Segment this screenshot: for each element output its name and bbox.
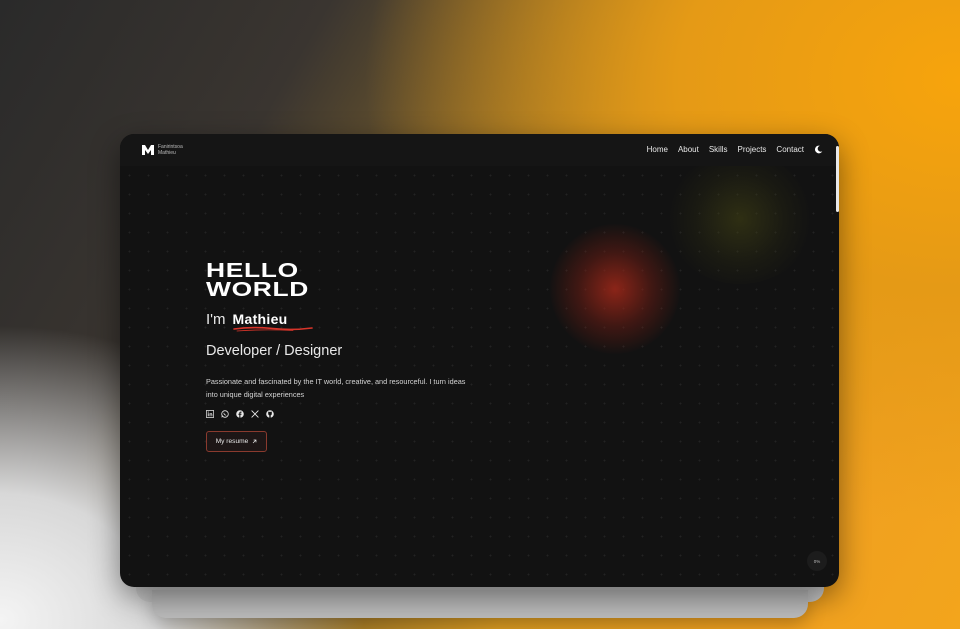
- logo-text: Fanirintsoa Mathieu: [158, 144, 192, 156]
- whatsapp-icon[interactable]: [221, 410, 229, 418]
- moon-icon[interactable]: [814, 145, 823, 154]
- logo-mark-icon: [142, 145, 154, 155]
- resume-label: My resume: [215, 438, 249, 445]
- browser-screen: Fanirintsoa Mathieu Home About Skills Pr…: [120, 134, 839, 587]
- resume-button[interactable]: My resume: [206, 431, 267, 452]
- red-glow: [550, 224, 680, 354]
- hello-line-2: WORLD: [206, 279, 310, 301]
- navbar: Fanirintsoa Mathieu Home About Skills Pr…: [120, 134, 839, 166]
- arrow-up-right-icon: [253, 439, 257, 444]
- device-shadow: [152, 590, 808, 618]
- olive-glow: [665, 154, 815, 284]
- nav-about[interactable]: About: [678, 145, 699, 154]
- nav-links: Home About Skills Projects Contact: [647, 145, 823, 154]
- nav-contact[interactable]: Contact: [776, 145, 804, 154]
- role-text: Developer / Designer: [206, 343, 343, 359]
- nav-projects[interactable]: Projects: [738, 145, 767, 154]
- logo-line-2: Mathieu: [158, 150, 176, 156]
- nav-skills[interactable]: Skills: [709, 145, 728, 154]
- x-icon[interactable]: [251, 410, 259, 418]
- social-links: [206, 410, 274, 418]
- hello-world-heading: HELLO WORLD: [206, 261, 310, 301]
- name-text: Mathieu: [232, 311, 313, 332]
- site-logo[interactable]: Fanirintsoa Mathieu: [142, 144, 192, 156]
- intro-line: I'm Mathieu: [206, 311, 313, 332]
- facebook-icon[interactable]: [236, 410, 244, 418]
- name-underline: [232, 326, 313, 332]
- scrollbar-thumb[interactable]: [836, 146, 839, 212]
- name-label: Mathieu: [232, 311, 288, 327]
- hero-section: HELLO WORLD I'm Mathieu Developer / Desi…: [206, 261, 465, 452]
- im-text: I'm: [206, 311, 226, 328]
- linkedin-icon[interactable]: [206, 410, 214, 418]
- scroll-progress-indicator[interactable]: 0%: [807, 551, 827, 571]
- nav-home[interactable]: Home: [647, 145, 668, 154]
- github-icon[interactable]: [266, 410, 274, 418]
- hero-description: Passionate and fascinated by the IT worl…: [206, 377, 466, 399]
